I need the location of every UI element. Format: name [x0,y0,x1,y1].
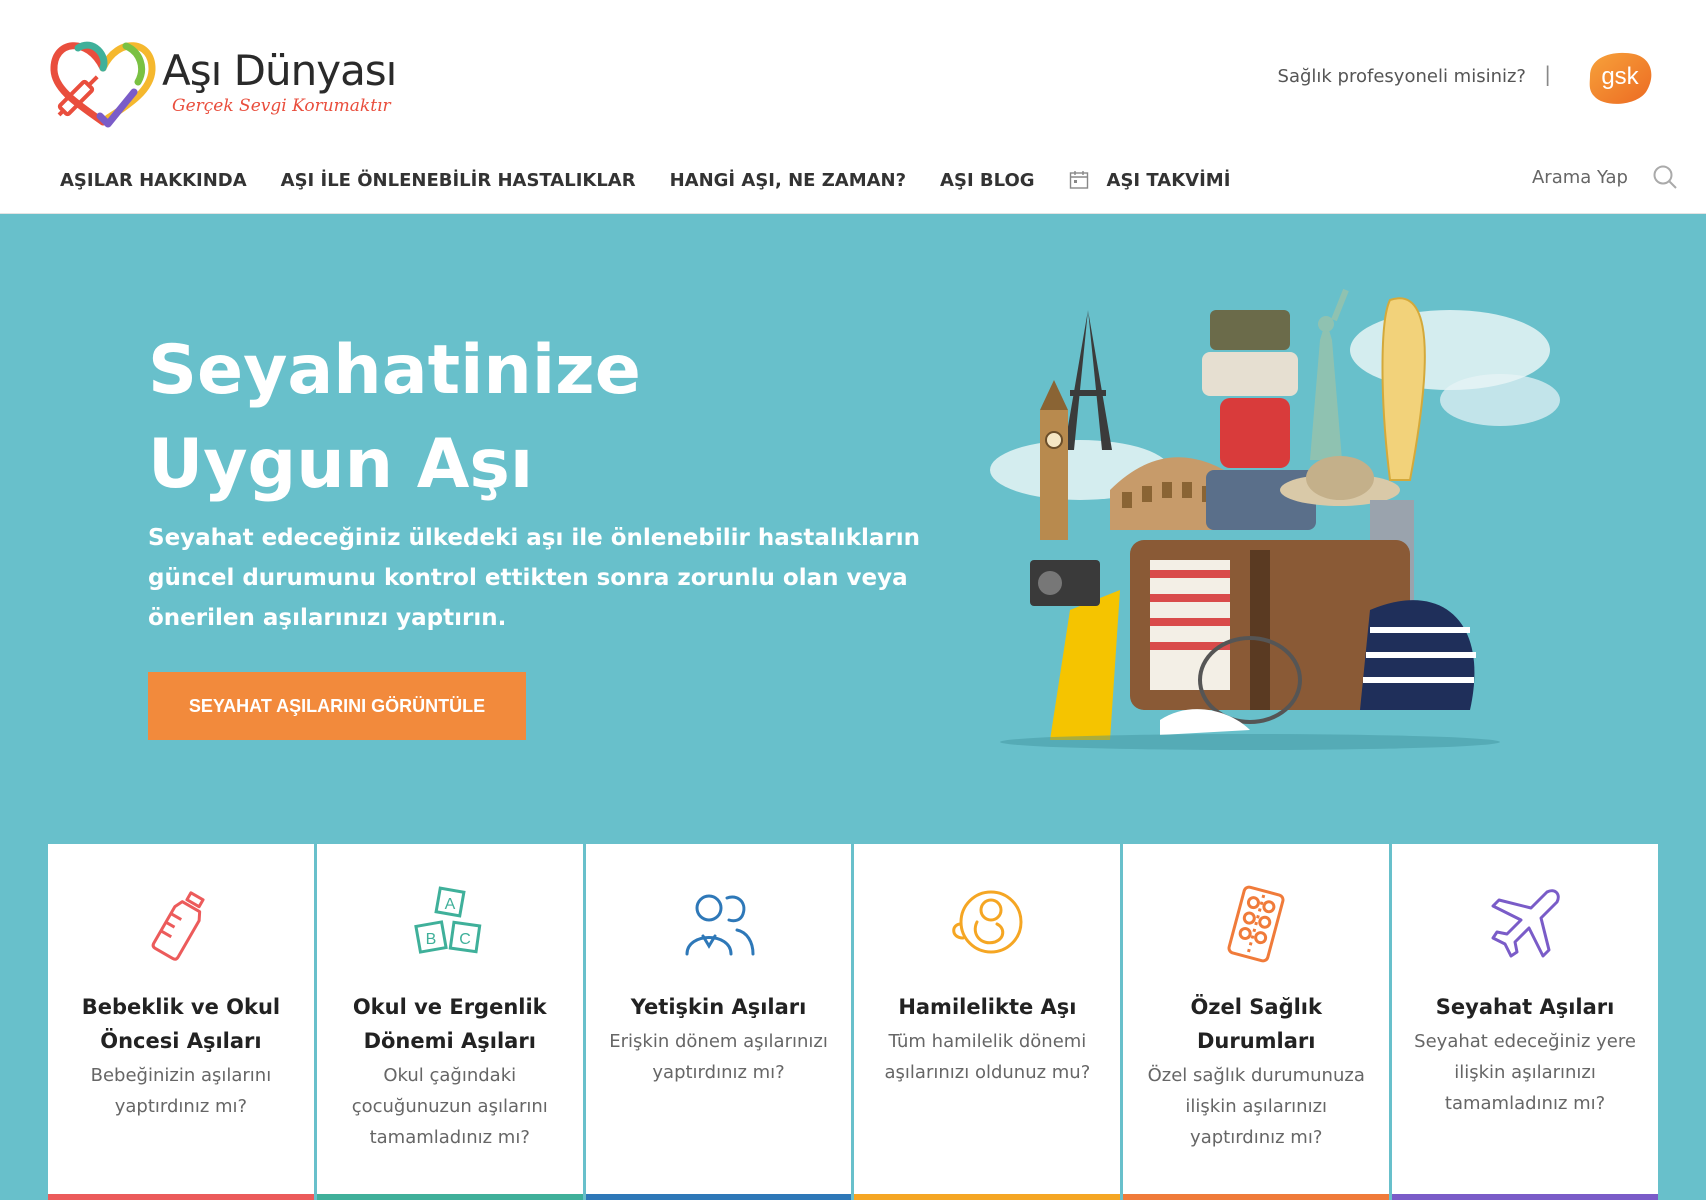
search-box[interactable]: Arama Yap [1532,164,1678,190]
card-title: Okul ve Ergenlik Dönemi Aşıları [352,995,547,1053]
card-accent-bar [1123,1194,1390,1200]
site-header: Aşı Dünyası Gerçek Sevgi Korumaktır Sağl… [0,0,1706,214]
card-accent-bar [48,1194,314,1200]
svg-text:A: A [444,896,455,913]
calendar-icon [1069,171,1088,189]
card-seyahat[interactable]: Seyahat Aşıları Seyahat edeceğiniz yere … [1392,844,1658,1200]
airplane-icon [1491,889,1560,958]
card-hamilelik[interactable]: Hamilelikte Aşı Tüm hamilelik dönemi aşı… [854,844,1121,1200]
heart-syringe-logo-icon [50,41,156,128]
card-description: Erişkin dönem aşılarınızı yaptırdınız mı… [609,1031,828,1083]
card-title: Özel Sağlık Durumları [1190,995,1322,1053]
gsk-logo-text: gsk [1601,63,1639,90]
hero-description: Seyahat edeceğiniz ülkedeki aşı ile önle… [148,525,920,631]
svg-text:C: C [459,931,471,948]
main-nav: AŞILAR HAKKINDA AŞI İLE ÖNLENEBİLİR HAST… [60,166,1264,194]
card-description: Bebeğinizin aşılarını yaptırdınız mı? [90,1065,272,1117]
pill-pack-icon [1227,885,1285,963]
card-accent-bar [854,1194,1121,1200]
card-description: Özel sağlık durumunuza ilişkin aşılarını… [1147,1065,1365,1148]
header-separator: | [1544,62,1551,86]
abc-blocks-icon: A B C [413,886,482,954]
professional-link[interactable]: Sağlık profesyoneli misiniz? [1278,66,1526,87]
card-description: Okul çağındaki çocuğunuzun aşılarını tam… [351,1065,548,1148]
adults-icon [685,894,755,956]
card-accent-bar [1392,1194,1658,1200]
site-logo[interactable]: Aşı Dünyası Gerçek Sevgi Korumaktır [48,28,398,128]
vaccine-categories: Bebeklik ve Okul Öncesi Aşıları Bebeğini… [48,844,1658,1200]
nav-item-asi-takvimi[interactable]: AŞI TAKVİMİ [1069,170,1230,191]
svg-text:B: B [425,931,436,948]
search-icon[interactable] [1652,164,1678,190]
nav-item-asi-blog[interactable]: AŞI BLOG [940,170,1034,191]
card-bebeklik[interactable]: Bebeklik ve Okul Öncesi Aşıları Bebeğini… [48,844,314,1200]
card-okul-ergenlik[interactable]: A B C Okul ve Ergenlik Dönemi Aşıları Ok… [316,844,583,1200]
nav-item-asilar-hakkinda[interactable]: AŞILAR HAKKINDA [60,170,247,191]
baby-bottle-icon [151,891,205,961]
gsk-logo[interactable]: gsk [1584,46,1656,108]
card-description: Tüm hamilelik dönemi aşılarınızı oldunuz… [884,1031,1091,1083]
card-title: Bebeklik ve Okul Öncesi Aşıları [81,995,281,1053]
fetus-icon [952,890,1023,954]
brand-tagline: Gerçek Sevgi Korumaktır [172,96,391,116]
card-accent-bar [316,1194,583,1200]
card-yetiskin[interactable]: Yetişkin Aşıları Erişkin dönem aşılarını… [585,844,852,1200]
card-accent-bar [585,1194,852,1200]
travel-luggage-illustration [990,288,1560,750]
nav-item-hangi-asi[interactable]: HANGİ AŞI, NE ZAMAN? [670,170,906,191]
card-title: Yetişkin Aşıları [630,995,807,1019]
hero-title: Seyahatinize Uygun Aşı [148,331,641,504]
card-title: Seyahat Aşıları [1435,995,1615,1019]
brand-title: Aşı Dünyası [162,46,397,95]
view-travel-vaccines-button[interactable]: SEYAHAT AŞILARINI GÖRÜNTÜLE [148,672,526,740]
card-ozel-saglik[interactable]: Özel Sağlık Durumları Özel sağlık durumu… [1123,844,1390,1200]
card-title: Hamilelikte Aşı [898,995,1077,1019]
nav-item-hastaliklar[interactable]: AŞI İLE ÖNLENEBİLİR HASTALIKLAR [281,170,636,191]
card-description: Seyahat edeceğiniz yere ilişkin aşıların… [1414,1031,1636,1114]
search-label: Arama Yap [1531,166,1628,188]
